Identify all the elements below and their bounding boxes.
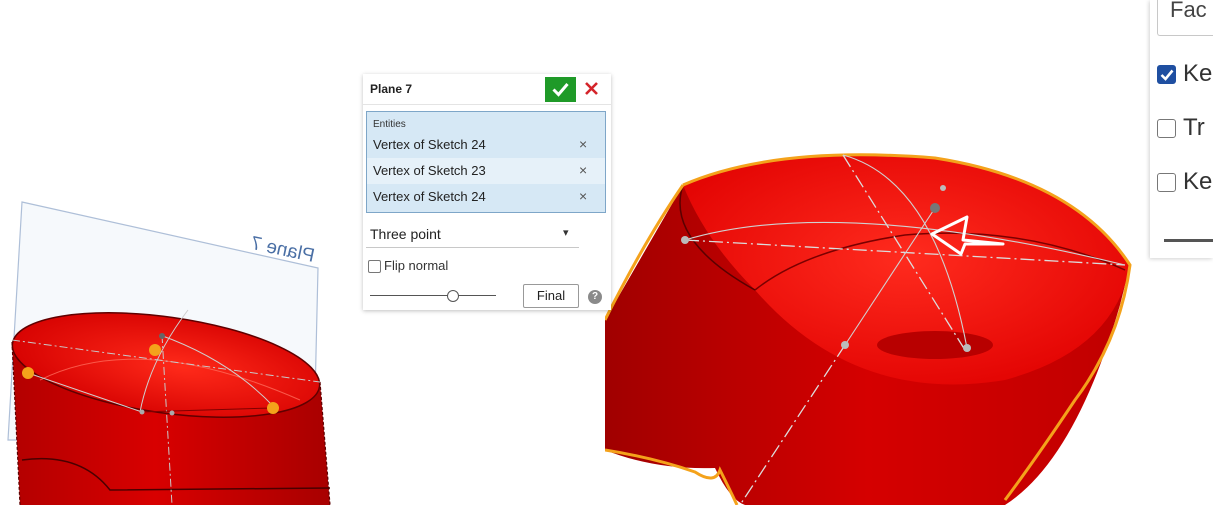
entity-row[interactable]: Vertex of Sketch 24 × <box>367 132 605 158</box>
entity-label: Vertex of Sketch 23 <box>373 163 486 178</box>
close-icon <box>585 82 598 95</box>
cancel-button[interactable] <box>582 78 602 100</box>
flip-normal-checkbox[interactable] <box>368 260 381 273</box>
option-checkbox[interactable] <box>1157 65 1176 84</box>
entity-row[interactable]: Vertex of Sketch 23 × <box>367 158 605 184</box>
flip-normal-label: Flip normal <box>384 258 449 273</box>
options-input-text: Fac <box>1170 0 1207 22</box>
entities-label: Entities <box>373 119 406 130</box>
entities-selection-box[interactable]: Entities Vertex of Sketch 24 × Vertex of… <box>366 111 606 213</box>
remove-entity-icon[interactable]: × <box>579 136 587 152</box>
remove-entity-icon[interactable]: × <box>579 162 587 178</box>
divider <box>1164 239 1213 242</box>
entity-label: Vertex of Sketch 24 <box>373 189 486 204</box>
option-label: Ke <box>1183 168 1213 195</box>
options-panel: Fac Ke Tr Ke <box>1150 0 1213 258</box>
final-button[interactable]: Final <box>523 284 579 308</box>
slider-track <box>370 295 496 296</box>
option-label: Ke <box>1183 60 1213 87</box>
option-checkbox[interactable] <box>1157 119 1176 138</box>
plane-type-select[interactable]: Three point ▾ <box>366 222 579 248</box>
rollback-slider[interactable] <box>370 288 496 304</box>
checkmark-icon <box>552 83 569 97</box>
left-graphics-viewport[interactable]: Plane 7 <box>0 190 340 505</box>
accept-button[interactable] <box>545 77 576 102</box>
option-label: Tr <box>1183 114 1205 141</box>
right-graphics-viewport[interactable] <box>605 140 1145 505</box>
plane-type-value: Three point <box>370 226 441 242</box>
selected-vertex <box>267 402 279 414</box>
plane-feature-dialog: Plane 7 Entities Vertex of Sketch 24 × V… <box>363 74 611 310</box>
final-button-label: Final <box>536 288 566 303</box>
dialog-title: Plane 7 <box>370 82 413 96</box>
selected-vertex <box>22 367 34 379</box>
help-icon[interactable]: ? <box>588 290 602 304</box>
remove-entity-icon[interactable]: × <box>579 188 587 204</box>
options-input[interactable]: Fac <box>1157 0 1213 36</box>
dialog-header: Plane 7 <box>363 74 611 105</box>
option-checkbox[interactable] <box>1157 173 1176 192</box>
entity-row[interactable]: Vertex of Sketch 24 × <box>367 184 605 210</box>
dropdown-caret-icon: ▾ <box>563 227 569 239</box>
entity-label: Vertex of Sketch 24 <box>373 137 486 152</box>
selected-vertex <box>149 344 161 356</box>
checkmark-icon <box>1160 69 1174 81</box>
slider-thumb[interactable] <box>446 290 459 302</box>
